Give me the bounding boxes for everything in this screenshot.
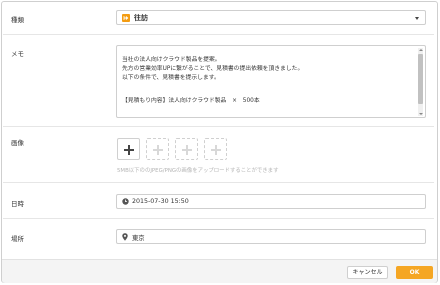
scrollbar-thumb[interactable] xyxy=(418,54,423,104)
divider xyxy=(3,182,434,183)
divider xyxy=(3,218,434,219)
datetime-value: 2015-07-30 15:50 xyxy=(132,198,189,205)
ok-button[interactable]: OK xyxy=(396,266,433,279)
visit-arrow-icon xyxy=(122,14,130,22)
scroll-up-icon[interactable] xyxy=(418,49,423,51)
memo-line: 以下の条件で、見積書を提示します。 xyxy=(122,75,220,81)
divider xyxy=(3,34,434,35)
divider xyxy=(3,126,434,127)
datetime-label: 日時 xyxy=(11,200,24,208)
memo-line: 当社の法人向けクラウド製品を提案。 xyxy=(122,57,221,63)
image-upload-note: 5MB以下ののJPEG/PNGの画像をアップロードすることができます xyxy=(117,168,279,174)
memo-label: メモ xyxy=(11,50,24,58)
chevron-down-icon xyxy=(415,17,419,20)
image-slot[interactable] xyxy=(146,138,169,160)
type-select[interactable]: 往訪 xyxy=(116,10,426,25)
place-label: 場所 xyxy=(11,235,24,243)
images-label: 画像 xyxy=(11,139,24,147)
scroll-down-icon[interactable] xyxy=(418,113,423,115)
image-slot[interactable] xyxy=(204,138,227,160)
place-input[interactable]: 東京 xyxy=(116,229,426,244)
memo-line: 先方の営業効率UPに繋がることで、見積書の提出依頼を頂きました。 xyxy=(122,66,304,72)
clock-icon xyxy=(122,198,129,207)
memo-scrollbar[interactable] xyxy=(418,48,423,116)
add-image-button[interactable] xyxy=(117,138,140,160)
place-value: 東京 xyxy=(132,235,145,242)
memo-line: 【見積もり内容】法人向けクラウド製品 × 500本 xyxy=(122,98,260,104)
datetime-input[interactable]: 2015-07-30 15:50 xyxy=(116,194,426,209)
type-select-value: 往訪 xyxy=(134,14,148,22)
memo-textarea[interactable]: 当社の法人向けクラウド製品を提案。 先方の営業効率UPに繋がることで、見積書の提… xyxy=(116,45,426,118)
image-slot[interactable] xyxy=(175,138,198,160)
map-pin-icon xyxy=(122,233,128,243)
cancel-button[interactable]: キャンセル xyxy=(347,266,388,279)
type-label: 種類 xyxy=(11,16,24,24)
